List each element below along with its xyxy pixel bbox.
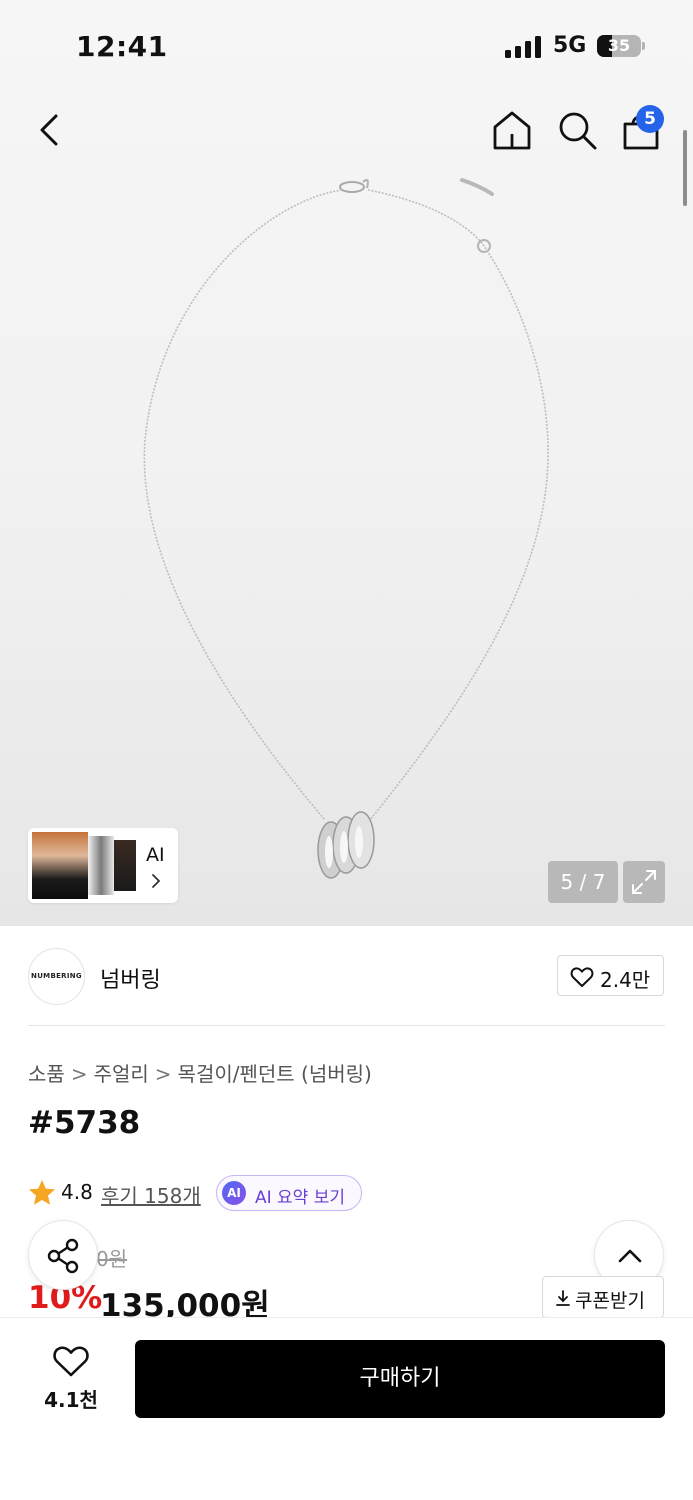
coupon-label: 쿠폰받기 bbox=[575, 1290, 645, 1312]
ai-summary-button[interactable]: AI AI 요약 보기 bbox=[216, 1175, 362, 1211]
status-bar: 12:41 5G 35 bbox=[0, 0, 693, 90]
ai-lookbook-label: AI bbox=[146, 844, 165, 866]
home-icon[interactable] bbox=[490, 108, 534, 152]
product-photo bbox=[143, 178, 549, 879]
network-type: 5G bbox=[553, 33, 587, 58]
signal-icon bbox=[505, 36, 541, 58]
brand-logo[interactable]: NUMBERING bbox=[28, 948, 85, 1005]
lookbook-thumbnail bbox=[114, 840, 136, 891]
ai-badge-icon: AI bbox=[222, 1181, 246, 1205]
breadcrumb-item[interactable]: 주얼리 bbox=[94, 1062, 149, 1086]
image-page-counter: 5 / 7 bbox=[548, 861, 618, 903]
share-icon bbox=[47, 1238, 79, 1274]
status-time: 12:41 bbox=[76, 30, 168, 63]
ai-lookbook-card[interactable]: AI bbox=[28, 828, 178, 903]
ai-summary-label: AI 요약 보기 bbox=[255, 1188, 346, 1208]
scrollbar[interactable] bbox=[683, 130, 687, 206]
chevron-right-icon bbox=[152, 874, 161, 888]
wishlist-button[interactable]: 4.1천 bbox=[30, 1340, 112, 1420]
breadcrumb-item[interactable]: 소품 bbox=[28, 1062, 65, 1086]
cart-count-badge: 5 bbox=[636, 105, 664, 133]
brand-like-count: 2.4만 bbox=[600, 968, 651, 992]
chevron-right-icon: > bbox=[154, 1062, 172, 1086]
brand-like-button[interactable]: 2.4만 bbox=[557, 955, 664, 996]
coupon-download-button[interactable]: 쿠폰받기 bbox=[542, 1276, 664, 1318]
expand-icon[interactable] bbox=[623, 861, 665, 903]
heart-icon bbox=[570, 967, 594, 987]
breadcrumb-item[interactable]: 목걸이/펜던트 (넘버링) bbox=[178, 1062, 372, 1086]
breadcrumb: 소품 > 주얼리 > 목걸이/펜던트 (넘버링) bbox=[28, 1058, 372, 1087]
brand-name[interactable]: 넘버링 bbox=[100, 962, 161, 994]
star-icon bbox=[29, 1180, 55, 1205]
share-button[interactable] bbox=[28, 1220, 98, 1290]
back-icon[interactable] bbox=[30, 108, 70, 152]
download-icon bbox=[556, 1290, 570, 1306]
product-title: #5738 bbox=[28, 1105, 141, 1141]
search-icon[interactable] bbox=[555, 108, 599, 152]
lookbook-thumbnail bbox=[32, 832, 88, 899]
review-count-link[interactable]: 후기 158개 bbox=[101, 1180, 201, 1209]
battery-level: 35 bbox=[607, 36, 631, 55]
lookbook-thumbnail bbox=[88, 836, 114, 895]
product-image-gallery[interactable]: 12:41 5G 35 5 AI 5 / 7 bbox=[0, 0, 693, 926]
buy-button[interactable]: 구매하기 bbox=[135, 1340, 665, 1418]
wishlist-count: 4.1천 bbox=[44, 1388, 98, 1412]
battery-icon: 35 bbox=[597, 35, 647, 57]
heart-icon bbox=[53, 1346, 89, 1377]
rating-value: 4.8 bbox=[61, 1180, 93, 1204]
rating-row: 4.8 후기 158개 AI AI 요약 보기 bbox=[28, 1175, 428, 1211]
original-price: 0원 bbox=[96, 1247, 128, 1271]
chevron-right-icon: > bbox=[70, 1062, 88, 1086]
divider bbox=[28, 1025, 665, 1026]
